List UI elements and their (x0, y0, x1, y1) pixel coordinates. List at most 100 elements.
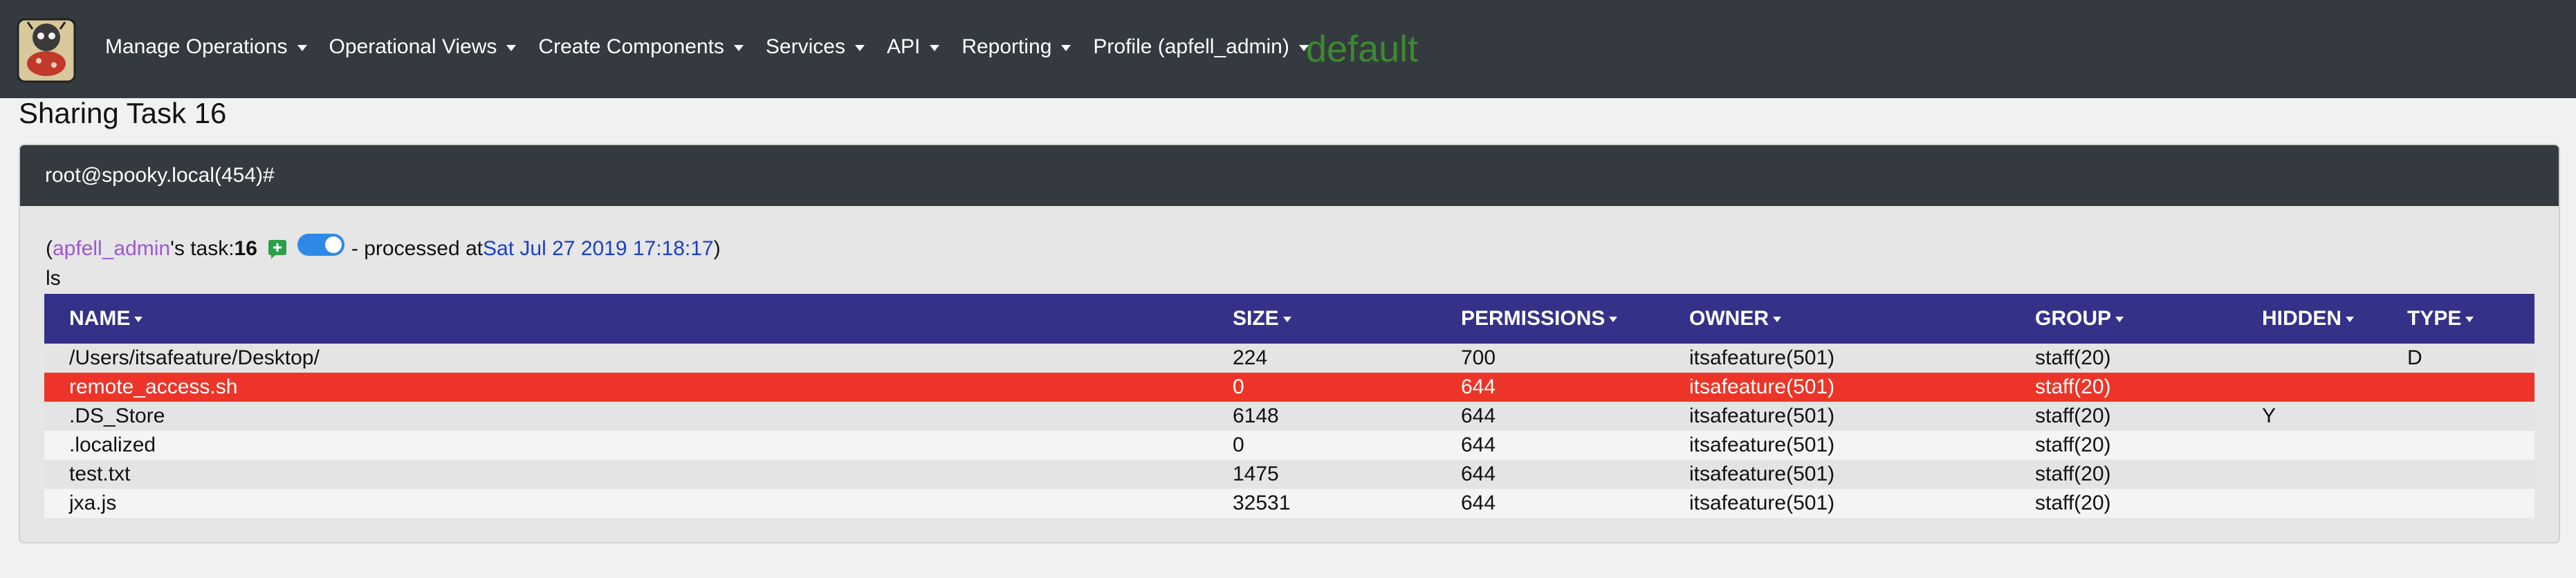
column-header-name[interactable]: NAME (44, 294, 1208, 344)
cell-size: 6148 (1233, 404, 1279, 427)
cell-size: 1475 (1233, 463, 1279, 485)
cell-permissions: 644 (1461, 375, 1496, 398)
column-header-hidden[interactable]: HIDDEN (2237, 294, 2382, 344)
open-paren: ( (46, 237, 53, 260)
caret-down-icon (733, 44, 744, 51)
table-row[interactable]: remote_access.sh 0 644 itsafeature(501) staf… (44, 373, 2534, 402)
sort-caret-icon (2465, 317, 2474, 323)
cell-name: jxa.js (69, 492, 117, 514)
cell-owner: itsafeature(501) (1689, 463, 1835, 485)
nav-operational-views[interactable]: Operational Views (329, 35, 517, 59)
cell-permissions: 644 (1461, 463, 1496, 485)
column-header-size[interactable]: SIZE (1208, 294, 1436, 344)
table-header-row: NAME SIZE PERMISSIONS OWNER GROUP HIDDEN TYPE (44, 294, 2534, 344)
task-command: ls (46, 267, 61, 290)
cell-hidden: Y (2262, 404, 2276, 427)
nav-profile[interactable]: Profile (apfell_admin) (1093, 35, 1309, 59)
task-card: root@spooky.local(454)# ( apfell_admin '… (19, 144, 2560, 543)
nav-item-label: API (886, 35, 921, 58)
cell-hidden (2237, 489, 2382, 518)
nav-create-components[interactable]: Create Components (538, 35, 744, 59)
cell-permissions: 644 (1461, 404, 1496, 427)
cell-hidden (2237, 431, 2382, 460)
cell-type: D (2407, 346, 2422, 369)
table-row[interactable]: /Users/itsafeature/Desktop/224 700 itsafea… (44, 344, 2534, 373)
nav-reporting[interactable]: Reporting (962, 35, 1071, 59)
caret-down-icon (854, 44, 865, 51)
task-info-line: ( apfell_admin 's task: 16 - processed a… (46, 232, 721, 266)
task-label: 's task: (170, 237, 234, 260)
operator-link[interactable]: apfell_admin (53, 237, 170, 261)
cell-owner: itsafeature(501) (1689, 375, 1835, 398)
cell-hidden (2237, 344, 2382, 373)
cell-group: staff(20) (2035, 346, 2111, 369)
nav-item-label: Services (765, 35, 845, 58)
cell-owner: itsafeature(501) (1689, 492, 1835, 514)
column-header-group[interactable]: GROUP (2010, 294, 2237, 344)
table-row[interactable]: jxa.js 32531 644 itsafeature(501) staff(20) (44, 489, 2534, 518)
nav-item-label: Create Components (538, 35, 724, 58)
sort-caret-icon (1773, 317, 1781, 323)
processed-timestamp[interactable]: Sat Jul 27 2019 17:18:17 (483, 237, 714, 261)
nav-manage-operations[interactable]: Manage Operations (105, 35, 307, 59)
cell-hidden (2237, 460, 2382, 489)
cell-group: staff(20) (2035, 375, 2111, 398)
callback-header: root@spooky.local(454)# (20, 145, 2559, 206)
cell-size: 0 (1233, 375, 1244, 398)
cell-group: staff(20) (2035, 463, 2111, 485)
cell-type (2382, 460, 2534, 489)
cell-permissions: 644 (1461, 492, 1496, 514)
column-header-label: TYPE (2407, 307, 2462, 330)
cell-size: 224 (1233, 346, 1268, 369)
task-toggle-switch[interactable] (297, 234, 344, 256)
column-header-owner[interactable]: OWNER (1664, 294, 2010, 344)
column-header-label: SIZE (1233, 307, 1279, 330)
current-operation-name: default (1306, 28, 1419, 70)
cell-owner: itsafeature(501) (1689, 404, 1835, 427)
cell-name: .DS_Store (69, 404, 165, 427)
column-header-permissions[interactable]: PERMISSIONS (1436, 294, 1664, 344)
table-row[interactable]: .localized 0 644 itsafeature(501) staff(20) (44, 431, 2534, 460)
caret-down-icon (930, 44, 940, 51)
table-row[interactable]: test.txt 1475 644 itsafeature(501) staff(20) (44, 460, 2534, 489)
table-row[interactable]: .DS_Store 6148 644 itsafeature(501) staff(20… (44, 402, 2534, 431)
sort-caret-icon (1282, 317, 1291, 323)
nav-api[interactable]: API (886, 35, 940, 59)
cell-type (2382, 402, 2534, 431)
cell-type (2382, 489, 2534, 518)
cell-type (2382, 431, 2534, 460)
cell-permissions: 700 (1461, 346, 1496, 369)
sort-caret-icon (2346, 317, 2355, 323)
cell-name: /Users/itsafeature/Desktop/ (69, 346, 320, 369)
column-header-label: OWNER (1689, 307, 1769, 330)
caret-down-icon (297, 44, 307, 51)
cell-name: test.txt (69, 463, 131, 485)
nav-item-label: Manage Operations (105, 35, 288, 58)
cell-group: staff(20) (2035, 492, 2111, 514)
column-header-type[interactable]: TYPE (2382, 294, 2534, 344)
caret-down-icon (1061, 44, 1071, 51)
close-paren: ) (713, 237, 721, 260)
cell-size: 0 (1233, 434, 1244, 456)
cell-name: .localized (69, 434, 156, 456)
nav-item-label: Operational Views (329, 35, 497, 58)
add-comment-icon[interactable] (267, 239, 288, 259)
processed-label: - processed at (351, 237, 484, 260)
caret-down-icon (506, 44, 517, 51)
apfell-logo-icon[interactable] (15, 15, 77, 84)
column-header-label: HIDDEN (2262, 307, 2342, 330)
cell-group: staff(20) (2035, 404, 2111, 427)
cell-owner: itsafeature(501) (1689, 346, 1835, 369)
sort-caret-icon (134, 317, 143, 323)
nav-item-label: Profile (apfell_admin) (1093, 35, 1289, 58)
cell-size: 32531 (1233, 492, 1291, 514)
file-listing-table-wrap: NAME SIZE PERMISSIONS OWNER GROUP HIDDEN TYPE … (44, 294, 2534, 518)
sort-caret-icon (1609, 317, 1618, 323)
column-header-label: NAME (69, 307, 131, 330)
cell-name: remote_access.sh (69, 375, 238, 398)
file-listing-table: NAME SIZE PERMISSIONS OWNER GROUP HIDDEN TYPE … (44, 294, 2534, 518)
nav-menu: Manage Operations Operational Views Create… (105, 30, 1331, 64)
nav-item-label: Reporting (962, 35, 1052, 58)
nav-services[interactable]: Services (766, 35, 865, 59)
page-title: Sharing Task 16 (19, 97, 227, 129)
